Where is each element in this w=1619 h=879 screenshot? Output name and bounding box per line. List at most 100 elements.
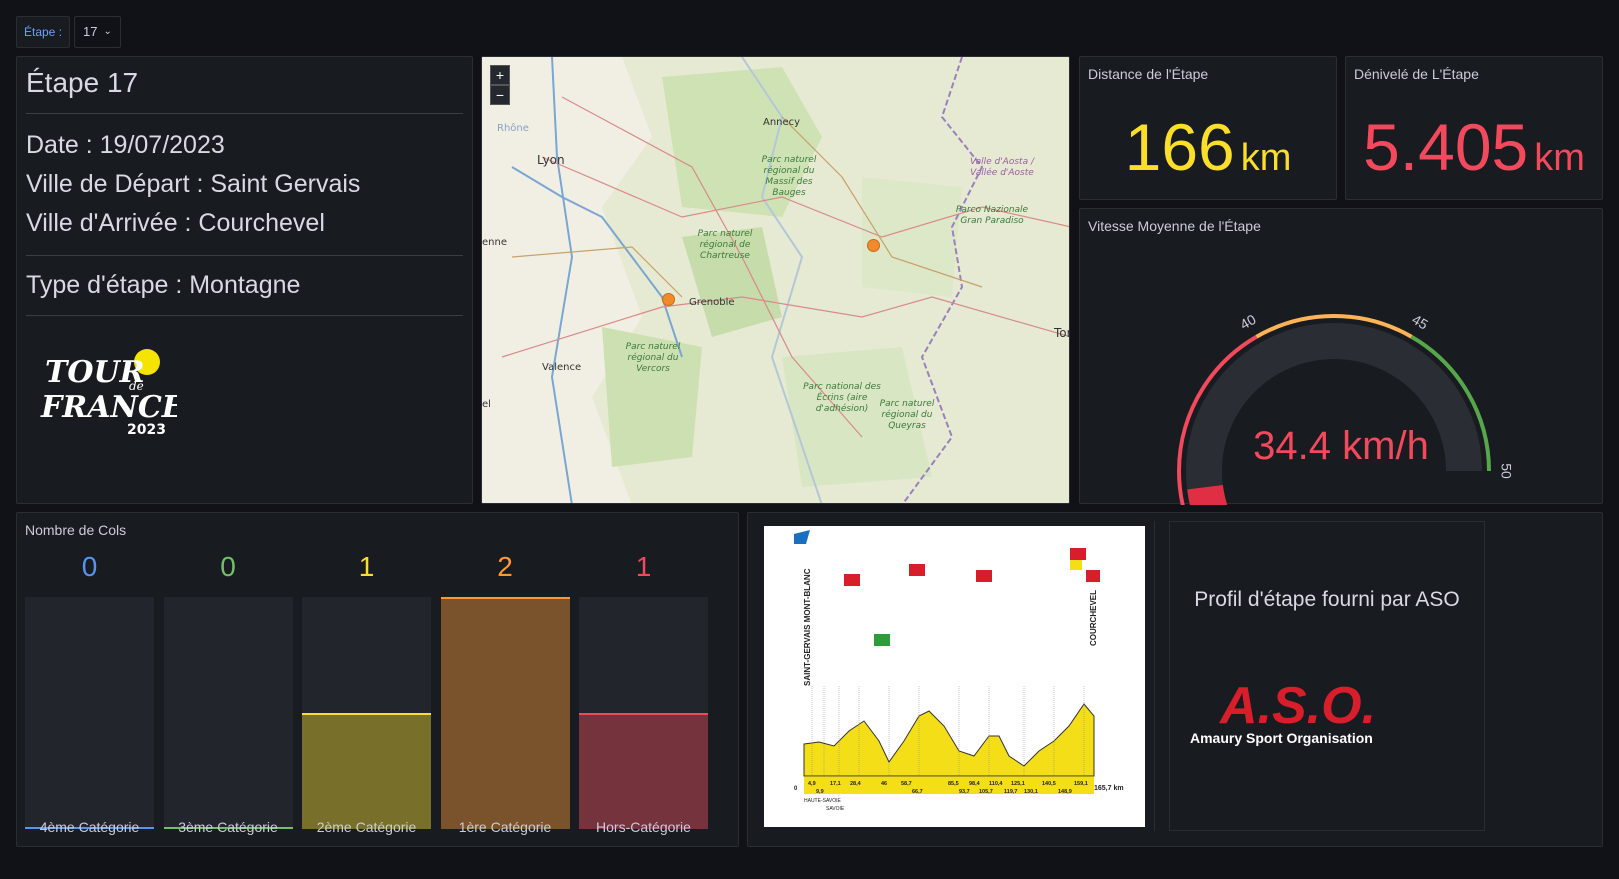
tour-de-france-logo: TOUR de FRANCE 2023	[40, 349, 177, 438]
aso-logo: A.S.O. Amaury Sport Organisation	[1190, 677, 1376, 746]
cols-bar-track	[440, 597, 570, 829]
map-region-aosta: Valle d'Aosta / Vallée d'Aoste	[970, 157, 1034, 178]
gauge-track	[1186, 323, 1482, 505]
denivele-number: 5.405	[1363, 110, 1529, 184]
gauge-tick-40: 40	[1237, 311, 1259, 333]
profile-panel: SAINT-GERVAIS MONT-BLANC COURCHEVEL 165,…	[747, 512, 1603, 847]
variable-bar: Étape : 17 ⌄	[16, 16, 121, 48]
profile-km-top-label: 17,1	[830, 781, 841, 787]
cols-bar-value: 2	[497, 551, 513, 582]
profile-km-top-label: 98,4	[969, 781, 981, 787]
cols-bar-4: 2	[440, 551, 570, 829]
map-label-valence: Valence	[542, 362, 582, 373]
denivele-unit: km	[1534, 137, 1585, 179]
cols-title: Nombre de Cols	[25, 522, 127, 538]
cols-bar-3: 1	[302, 551, 431, 829]
map-label-el: el	[482, 399, 491, 410]
cols-bar-edge	[302, 713, 431, 715]
map-label-grenoble: Grenoble	[689, 297, 735, 308]
map-park-vercors: Parc naturel régional du Vercors	[625, 342, 681, 374]
cols-bar-value: 1	[358, 551, 375, 582]
denivele-title: Dénivelé de L'Étape	[1354, 66, 1479, 82]
divider	[26, 315, 463, 316]
cols-bar-fill	[302, 713, 431, 829]
zoom-out-button[interactable]: −	[490, 85, 510, 105]
profile-km-top-label: 28,4	[850, 781, 862, 787]
cols-bar-track	[163, 597, 293, 829]
cols-bar-fill	[579, 713, 708, 829]
map-label-rhone: Rhône	[497, 123, 529, 134]
cols-bar-track	[302, 597, 431, 829]
cols-bar-label: 4ème Catégorie	[39, 819, 140, 835]
cols-bar-label: Hors-Catégorie	[596, 819, 691, 835]
profile-km-top-label: 46	[881, 781, 887, 787]
profile-region-2: SAVOIE	[826, 806, 845, 812]
cols-panel: Nombre de Cols 0 4ème Catégorie 0 3ème Caté…	[16, 512, 739, 847]
gauge-fill	[1187, 484, 1228, 505]
profile-km-bottom-label: 148,9	[1058, 789, 1072, 795]
profile-km-top-label: 159,1	[1074, 781, 1088, 787]
profile-km-top-label: 125,1	[1011, 781, 1025, 787]
map-label-annecy: Annecy	[763, 117, 801, 128]
distance-number: 166	[1124, 110, 1235, 184]
map-label-tor: Tor	[1054, 326, 1070, 340]
profile-finish-label: COURCHEVEL	[1089, 590, 1098, 646]
profile-km-top: 4,9 17,1 28,4 46 58,7 85,5 98,4 110,4 125,1 140,5…	[808, 781, 1088, 787]
map-label-lyon: Lyon	[537, 153, 565, 167]
profile-start-label: SAINT-GERVAIS MONT-BLANC	[803, 568, 812, 686]
denivele-value: 5.405 km	[1346, 109, 1602, 185]
speed-gauge-panel: Vitesse Moyenne de l'Étape 30404550 34.4…	[1079, 208, 1603, 505]
stage-map[interactable]: + − Rhône Lyon Annecy Grenoble Valence T…	[481, 56, 1070, 504]
speed-value: 34.4 km/h	[1253, 424, 1429, 468]
distance-title: Distance de l'Étape	[1088, 66, 1209, 82]
distance-unit: km	[1240, 137, 1292, 179]
map-park-gran-paradiso: Parco Nazionale Gran Paradiso	[955, 205, 1029, 226]
profile-km-top-label: 58,7	[901, 781, 912, 787]
profile-km-top-label: 140,5	[1042, 781, 1056, 787]
map-park-queyras: Parc naturel régional du Queyras	[879, 399, 935, 431]
divider	[1154, 521, 1155, 831]
profile-km-bottom-label: 93,7	[959, 789, 970, 795]
cols-bar-value: 0	[81, 551, 98, 582]
profile-region-1: HAUTE-SAVOIE	[804, 798, 842, 804]
cols-bar-value: 1	[635, 551, 652, 582]
map-marker-finish[interactable]	[867, 239, 880, 252]
profile-km-bottom-label: 66,7	[912, 789, 923, 795]
map-park-chartreuse: Parc naturel régional de Chartreuse	[697, 229, 753, 261]
aso-logo-big: A.S.O.	[1218, 677, 1376, 735]
cols-bar-track	[579, 597, 708, 829]
cols-bar-2: 0	[163, 551, 293, 829]
map-park-ecrins: Parc national des Écrins (aire d'adhésio…	[803, 382, 881, 414]
cols-bar-value: 0	[220, 551, 236, 582]
profile-km-bottom-label: 130,1	[1024, 789, 1038, 795]
cols-bar-label: 1ère Catégorie	[458, 819, 552, 835]
stage-date: Date : 19/07/2023	[26, 131, 225, 159]
cols-bar-track	[25, 597, 154, 829]
logo-france: FRANCE	[40, 390, 177, 425]
stage-arrivee: Ville d'Arrivée : Courchevel	[26, 209, 325, 237]
profile-km-bottom-label: 9,9	[816, 789, 824, 795]
cols-bar-5: 1	[579, 551, 708, 829]
profile-km-top-label: 85,5	[948, 781, 959, 787]
stage-title: Étape 17	[26, 67, 139, 98]
variable-label: Étape :	[16, 16, 71, 48]
aso-credit-box: Profil d'étape fourni par ASO A.S.O. Ama…	[1169, 521, 1485, 831]
denivele-panel: Dénivelé de L'Étape 5.405 km	[1345, 56, 1603, 200]
map-marker-start[interactable]	[662, 293, 675, 306]
stage-depart: Ville de Départ : Saint Gervais	[26, 170, 361, 198]
cols-bar-edge	[440, 597, 570, 599]
cols-bar-1: 0	[25, 551, 154, 829]
etape-select[interactable]: 17 ⌄	[74, 16, 121, 48]
etape-select-value: 17	[83, 24, 98, 39]
profile-km-top-label: 4,9	[808, 781, 816, 787]
cols-bar-fill	[440, 597, 570, 829]
zoom-in-button[interactable]: +	[490, 65, 510, 85]
stage-info-panel: Étape 17 Date : 19/07/2023 Ville de Dépa…	[16, 56, 473, 504]
gauge-tick-45: 45	[1409, 311, 1431, 333]
chevron-down-icon: ⌄	[103, 26, 112, 37]
stage-profile-chart: SAINT-GERVAIS MONT-BLANC COURCHEVEL 165,…	[764, 526, 1145, 827]
distance-value: 166 km	[1080, 109, 1336, 185]
profile-km-bottom-label: 119,7	[1004, 789, 1017, 795]
cols-bar-label: 2ème Catégorie	[316, 819, 417, 835]
distance-panel: Distance de l'Étape 166 km	[1079, 56, 1337, 200]
